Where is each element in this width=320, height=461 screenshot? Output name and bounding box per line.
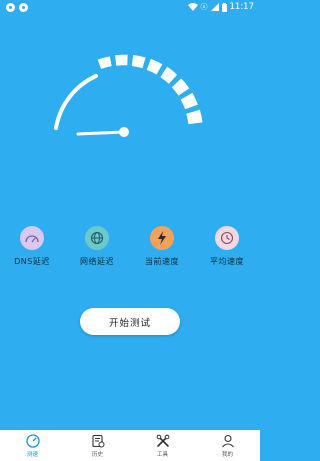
- gauge-segment: [180, 92, 198, 110]
- metric-label: 网络延迟: [80, 257, 114, 266]
- gauge-arc-solid: [54, 74, 98, 130]
- speed-gauge: [54, 54, 203, 137]
- status-bar: ⓧ 11:17: [0, 0, 260, 16]
- history-icon: [91, 434, 104, 448]
- gauge-needle-hub: [119, 127, 129, 137]
- metrics-row: DNS延迟 网络延迟 当前速度 平均速度: [0, 226, 260, 270]
- metric-current-speed[interactable]: 当前速度: [132, 226, 192, 267]
- tab-label: 测速: [26, 452, 38, 458]
- notification-icon: [6, 3, 15, 12]
- tab-tools[interactable]: 工具: [130, 430, 195, 461]
- status-indicators: ⓧ 11:17: [187, 2, 255, 12]
- tab-label: 工具: [156, 452, 168, 458]
- bottom-tab-bar: 测速 历史 工具 我的: [0, 430, 260, 461]
- status-notifications: [6, 3, 28, 12]
- metric-label: DNS延迟: [14, 257, 50, 266]
- metric-dns-latency[interactable]: DNS延迟: [2, 226, 62, 267]
- tools-icon: [156, 434, 169, 447]
- start-test-button[interactable]: 开始测试: [80, 308, 180, 335]
- globe-icon: [90, 231, 104, 245]
- notification-icon: [19, 3, 28, 12]
- gauge-segment: [171, 78, 190, 96]
- gauge-segment: [186, 109, 203, 125]
- metric-average-speed[interactable]: 平均速度: [197, 226, 257, 267]
- clock-time: 11:17: [229, 2, 255, 12]
- gauge-segment: [131, 54, 146, 69]
- tab-profile[interactable]: 我的: [195, 430, 260, 461]
- speed-icon: [25, 434, 40, 448]
- speedometer-icon: [25, 235, 39, 243]
- metric-label: 平均速度: [210, 257, 244, 266]
- gauge-segment: [97, 56, 112, 70]
- tab-label: 历史: [91, 452, 103, 458]
- metric-label: 当前速度: [145, 257, 179, 266]
- metric-circle: [150, 226, 174, 250]
- gauge-segment: [146, 58, 163, 75]
- gauge-needle: [76, 130, 126, 136]
- metric-circle: [85, 226, 109, 250]
- network-icon: ⓧ: [200, 3, 208, 11]
- profile-icon: [221, 434, 234, 448]
- gauge-segment: [160, 66, 178, 84]
- metric-circle: [215, 226, 239, 250]
- clock-icon: [220, 231, 234, 245]
- tab-speed-test[interactable]: 测速: [0, 430, 65, 461]
- lightning-icon: [158, 231, 166, 245]
- tab-history[interactable]: 历史: [65, 430, 130, 461]
- gauge-segments: [97, 54, 203, 125]
- metric-network-latency[interactable]: 网络延迟: [67, 226, 127, 267]
- battery-icon: [221, 2, 227, 12]
- metric-circle: [20, 226, 44, 250]
- tab-label: 我的: [221, 452, 233, 458]
- wifi-icon: [187, 3, 198, 11]
- signal-icon: [210, 3, 219, 11]
